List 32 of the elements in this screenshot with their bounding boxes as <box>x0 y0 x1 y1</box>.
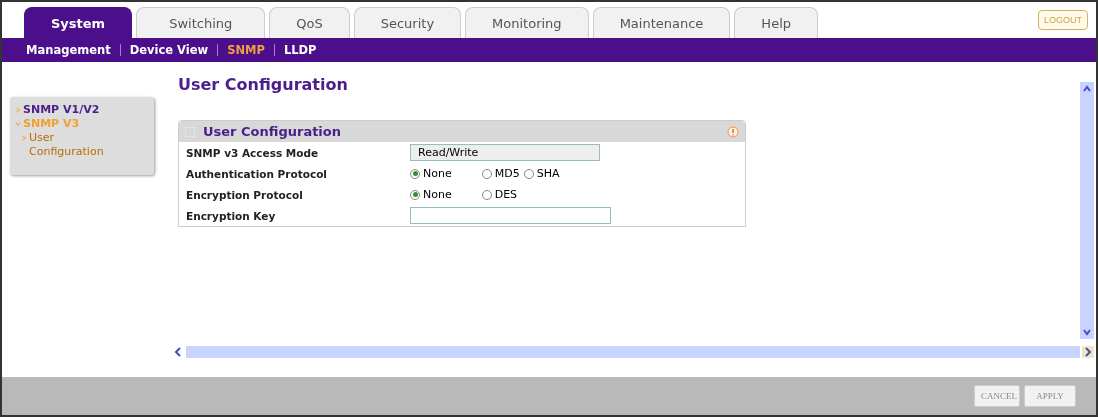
radio-label: SHA <box>536 167 560 180</box>
nav-tab[interactable]: Security <box>353 7 462 38</box>
nav-tab[interactable]: System <box>24 7 133 38</box>
access-mode-field: Read/Write <box>410 144 600 161</box>
scroll-right-icon[interactable] <box>1082 346 1094 358</box>
help-icon[interactable] <box>727 125 739 138</box>
field-label: SNMP v3 Access Mode <box>186 146 320 159</box>
sidebar-item[interactable]: SNMP V1/V2 <box>23 103 100 117</box>
subnav-link[interactable]: SNMP <box>227 43 265 57</box>
page-title: User Configuration <box>178 75 349 94</box>
nav-tab[interactable]: Maintenance <box>592 7 731 38</box>
scroll-up-icon[interactable] <box>1082 84 1092 94</box>
subnav-link[interactable]: LLDP <box>283 43 317 57</box>
panel-title: User Configuration <box>203 124 341 139</box>
field-label: Encryption Protocol <box>186 188 304 201</box>
nav-tab[interactable]: QoS <box>269 7 350 38</box>
cancel-button[interactable]: CANCEL <box>974 385 1020 407</box>
vertical-scrollbar[interactable] <box>1080 82 1094 339</box>
field-label: Encryption Key <box>186 209 277 222</box>
subnav-link[interactable]: Management <box>26 43 111 57</box>
radio-label: MD5 <box>494 167 520 180</box>
field-label: Authentication Protocol <box>186 167 328 180</box>
nav-tab[interactable]: Monitoring <box>465 7 589 38</box>
radio-label: DES <box>494 188 518 201</box>
scroll-down-icon[interactable] <box>1082 327 1092 337</box>
horizontal-scrollbar[interactable] <box>186 346 1080 358</box>
nav-tab[interactable]: Switching <box>136 7 266 38</box>
radio-label: None <box>423 167 452 180</box>
subnav-link[interactable]: Device View <box>129 43 209 57</box>
radio-label: None <box>423 188 452 201</box>
encryption-key-field[interactable] <box>410 207 611 224</box>
nav-tab[interactable]: Help <box>734 7 818 38</box>
